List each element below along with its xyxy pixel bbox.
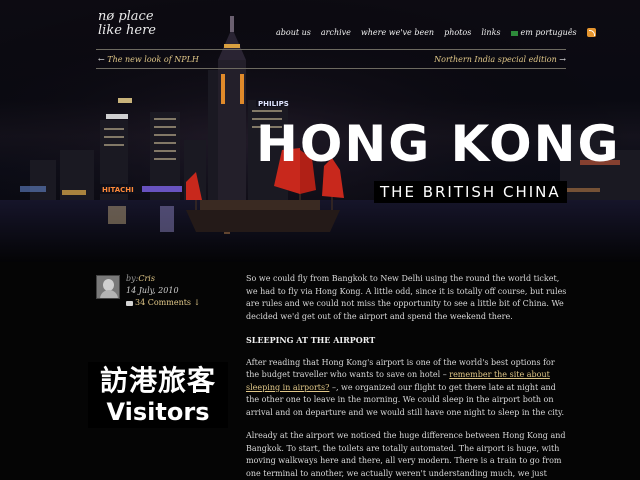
main-nav: about us archive where we've been photos… [276, 28, 596, 37]
nav-item-photos[interactable]: photos [444, 28, 471, 37]
arrow-left-icon: ← [98, 55, 105, 64]
next-post-label: Northern India special edition [434, 55, 557, 64]
philips-sign: PHILIPS [258, 100, 289, 108]
post-title: HONG KONG [256, 115, 621, 173]
rss-icon[interactable] [586, 28, 596, 37]
nav-item-archive[interactable]: archive [321, 28, 351, 37]
visitors-sign-chinese: 訪港旅客 [99, 364, 216, 397]
author-avatar [96, 275, 120, 299]
logo-line-1: nø place [98, 9, 154, 24]
language-label: em português [520, 28, 577, 37]
arrow-down-icon: ↓ [193, 298, 201, 307]
nav-item-links[interactable]: links [481, 28, 500, 37]
article-paragraph: So we could fly from Bangkok to New Delh… [246, 274, 567, 321]
visitors-sign-english: Visitors [106, 398, 210, 426]
by-label: by: [126, 274, 139, 283]
nav-item-about-us[interactable]: about us [276, 28, 311, 37]
logo-line-2: like here [98, 23, 156, 38]
comments-count: 34 Comments [135, 298, 192, 307]
article-heading: SLEEPING AT THE AIRPORT [246, 335, 376, 345]
article-paragraph: After reading that Hong Kong's airport i… [246, 357, 570, 420]
site-logo[interactable]: nø place like here [98, 10, 168, 38]
hitachi-sign: HITACHI [102, 186, 134, 194]
post-subtitle: THE BRITISH CHINA [374, 181, 567, 203]
article-paragraph: Already at the airport we noticed the hu… [246, 431, 566, 478]
visitors-sign-image: 訪港旅客 Visitors [88, 362, 228, 428]
prev-post-label: The new look of NPLH [107, 55, 199, 64]
post-date: 14 July, 2010 [126, 286, 179, 295]
author-link[interactable]: Cris [138, 274, 155, 283]
next-post-link[interactable]: Northern India special edition → [434, 55, 566, 64]
article-body: So we could fly from Bangkok to New Delh… [246, 273, 570, 480]
nav-item-where-weve-been[interactable]: where we've been [361, 28, 434, 37]
brazil-flag-icon [510, 30, 518, 36]
prev-post-link[interactable]: ← The new look of NPLH [98, 55, 199, 64]
comments-link[interactable]: 34 Comments ↓ [126, 298, 200, 307]
header-divider-bottom [96, 68, 566, 69]
arrow-right-icon: → [559, 55, 566, 64]
post-meta: by:Cris 14 July, 2010 [126, 273, 179, 297]
nav-item-language[interactable]: em português [510, 28, 577, 37]
header-divider-top [96, 49, 566, 50]
comment-bubble-icon [126, 300, 133, 306]
